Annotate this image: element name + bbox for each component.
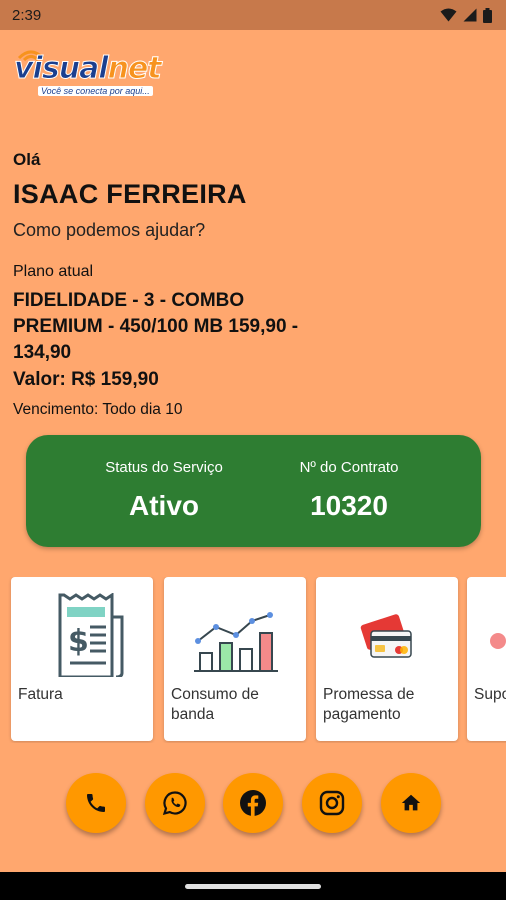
plan-label: Plano atual xyxy=(13,263,94,280)
status-bar: 2:39 xyxy=(0,0,506,30)
contract-number: Nº do Contrato 10320 xyxy=(249,459,449,522)
help-text: Como podemos ajudar? xyxy=(13,220,206,240)
whatsapp-icon xyxy=(162,791,187,816)
menu-card-consumo-banda[interactable]: Consumo de banda xyxy=(164,577,306,741)
home-button[interactable] xyxy=(381,773,441,833)
service-status-label: Status do Serviço xyxy=(105,459,223,476)
plan-name: FIDELIDADE - 3 - COMBO PREMIUM - 450/100… xyxy=(13,290,299,363)
service-status: Status do Serviço Ativo xyxy=(64,459,264,522)
facebook-icon xyxy=(240,790,266,816)
menu-card-suporte[interactable]: Suporte xyxy=(467,577,506,741)
user-name: ISAAC FERREIRA xyxy=(13,179,247,209)
menu-card-promessa-pagamento[interactable]: Promessa de pagamento xyxy=(316,577,458,741)
home-icon xyxy=(401,794,421,811)
credit-card-icon xyxy=(360,614,412,658)
signal-icon xyxy=(463,8,477,22)
contract-number-label: Nº do Contrato xyxy=(299,459,399,476)
menu-card-label: Suporte xyxy=(474,686,506,703)
service-status-value: Ativo xyxy=(129,490,199,521)
bandwidth-chart-icon xyxy=(194,612,278,672)
menu-card-label: Consumo de banda xyxy=(171,686,259,723)
service-status-card: Status do Serviço Ativo Nº do Contrato 1… xyxy=(26,435,481,547)
battery-icon xyxy=(483,7,492,23)
phone-icon xyxy=(87,794,105,812)
menu-card-label: Promessa de pagamento xyxy=(323,686,415,723)
home-gesture-handle[interactable] xyxy=(185,883,321,889)
logo-tagline: Você se conecta por aqui... xyxy=(38,86,153,96)
whatsapp-button[interactable] xyxy=(145,773,205,833)
status-icons xyxy=(440,7,492,23)
status-time: 2:39 xyxy=(12,6,42,24)
svg-text:$: $ xyxy=(68,624,89,659)
visualnet-logo: visualnet Você se conecta por aqui... xyxy=(14,44,174,106)
phone-button[interactable] xyxy=(66,773,126,833)
greeting: Olá xyxy=(13,150,41,169)
due-date: Vencimento: Todo dia 10 xyxy=(13,401,183,418)
logo-wordmark: visualnet xyxy=(14,51,163,86)
logo-brand-part2: net xyxy=(107,51,162,86)
menu-carousel[interactable]: $ Fatura Consumo de banda Promessa de pa… xyxy=(0,577,506,743)
instagram-button[interactable] xyxy=(302,773,362,833)
support-icon xyxy=(490,633,506,649)
wifi-icon xyxy=(440,8,457,22)
plan-value: Valor: R$ 159,90 xyxy=(13,369,159,390)
system-nav-bar xyxy=(0,872,506,900)
menu-card-fatura[interactable]: $ Fatura xyxy=(11,577,153,741)
invoice-icon: $ xyxy=(58,593,124,677)
instagram-icon xyxy=(319,790,345,816)
facebook-button[interactable] xyxy=(223,773,283,833)
social-buttons xyxy=(0,773,506,833)
logo-brand-part1: visual xyxy=(14,51,110,86)
contract-number-value: 10320 xyxy=(310,490,388,521)
menu-card-label: Fatura xyxy=(18,686,63,703)
